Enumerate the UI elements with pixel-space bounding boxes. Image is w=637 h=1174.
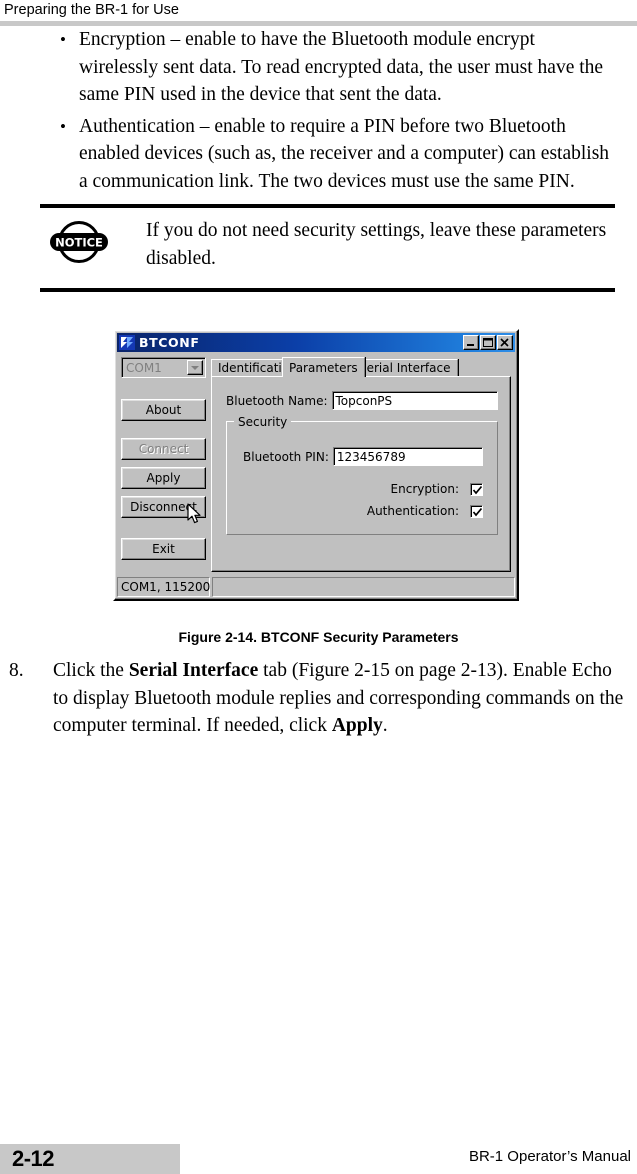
dialog-body: COM1 About Connect Apply Disconnect Exit… [117, 353, 515, 575]
step-number: 8. [9, 660, 24, 681]
notice-bottom-rule [40, 288, 615, 292]
authentication-checkbox[interactable] [470, 504, 483, 518]
bluetooth-pin-label: Bluetooth PIN: [243, 449, 329, 464]
list-item: Encryption – enable to have the Bluetoot… [0, 26, 637, 109]
exit-button-label: Exit [152, 542, 175, 556]
about-button-label: About [145, 403, 182, 417]
bluetooth-app-icon [119, 335, 135, 350]
procedure-step: 8. Click the Serial Interface tab (Figur… [0, 657, 637, 740]
apply-button-label: Apply [146, 471, 181, 485]
list-item: Authentication – enable to require a PIN… [0, 113, 637, 196]
notice-admonition: NOTICE If you do not need security setti… [0, 204, 637, 292]
minimize-button[interactable] [463, 335, 479, 350]
security-groupbox-title: Security [234, 415, 292, 429]
bluetooth-name-label: Bluetooth Name: [226, 393, 328, 408]
figure-image: BTCONF COM1 About Connect Apply Disconne… [0, 329, 637, 619]
window-controls [462, 335, 513, 350]
bluetooth-name-row: Bluetooth Name: TopconPS [226, 391, 498, 410]
about-button[interactable]: About [121, 399, 206, 421]
status-pane-port: COM1, 115200 [117, 577, 210, 597]
step-bold-serial-interface: Serial Interface [128, 660, 259, 681]
btconf-window: BTCONF COM1 About Connect Apply Disconne… [113, 329, 519, 601]
exit-button[interactable]: Exit [121, 538, 206, 560]
encryption-row: Encryption: [391, 482, 483, 496]
tab-serial-interface-label: Serial Interface [359, 361, 451, 375]
encryption-label: Encryption: [390, 482, 459, 496]
step-text-part1: Click the [53, 660, 129, 681]
page-content: Encryption – enable to have the Bluetoot… [0, 26, 637, 740]
tab-parameters[interactable]: Parameters [282, 357, 365, 377]
bluetooth-pin-input[interactable]: 123456789 [332, 447, 483, 466]
com-port-select[interactable]: COM1 [121, 357, 206, 378]
notice-text: If you do not need security settings, le… [146, 220, 607, 269]
notice-body: NOTICE If you do not need security setti… [0, 208, 637, 285]
page-footer: 2-12 BR-1 Operator’s Manual [0, 1134, 637, 1174]
disconnect-button[interactable]: Disconnect [121, 496, 206, 518]
feature-bullet-list: Encryption – enable to have the Bluetoot… [0, 26, 637, 195]
tab-serial-interface[interactable]: Serial Interface [352, 359, 458, 376]
connect-button[interactable]: Connect [121, 438, 206, 460]
close-button[interactable] [497, 335, 513, 350]
tab-control: Identification Parameters Serial Interfa… [211, 357, 511, 572]
figure-caption: Figure 2-14. BTCONF Security Parameters [178, 629, 459, 645]
authentication-row: Authentication: [367, 504, 483, 518]
page-header: Preparing the BR-1 for Use [0, 0, 637, 26]
apply-button[interactable]: Apply [121, 467, 206, 489]
step-text-part3: . [382, 715, 388, 736]
connect-button-label: Connect [138, 442, 189, 456]
status-pane-message [212, 577, 515, 597]
com-port-value: COM1 [126, 360, 162, 375]
bluetooth-name-input[interactable]: TopconPS [331, 391, 498, 410]
window-titlebar[interactable]: BTCONF [117, 333, 515, 352]
tab-strip: Identification Parameters Serial Interfa… [211, 357, 511, 377]
encryption-checkbox[interactable] [470, 482, 483, 496]
maximize-button[interactable] [480, 335, 496, 350]
authentication-label: Authentication: [366, 504, 459, 518]
window-title: BTCONF [139, 335, 200, 350]
status-bar: COM1, 115200 [117, 577, 515, 597]
disconnect-button-label: Disconnect [130, 500, 197, 514]
step-bold-apply: Apply [331, 715, 383, 736]
parameters-panel: Bluetooth Name: TopconPS Security Blueto… [211, 376, 511, 572]
notice-icon: NOTICE [48, 217, 110, 267]
chevron-down-icon[interactable] [187, 360, 203, 375]
security-groupbox: Security Bluetooth PIN: 123456789 Encryp… [226, 415, 498, 535]
bluetooth-pin-row: Bluetooth PIN: 123456789 [243, 447, 483, 466]
page-number: 2-12 [12, 1146, 55, 1171]
header-title: Preparing the BR-1 for Use [4, 2, 179, 18]
manual-title: BR-1 Operator’s Manual [462, 1148, 631, 1165]
tab-parameters-label: Parameters [289, 360, 358, 375]
left-button-column: COM1 About Connect Apply Disconnect Exit [121, 357, 206, 560]
notice-icon-label: NOTICE [55, 236, 103, 250]
